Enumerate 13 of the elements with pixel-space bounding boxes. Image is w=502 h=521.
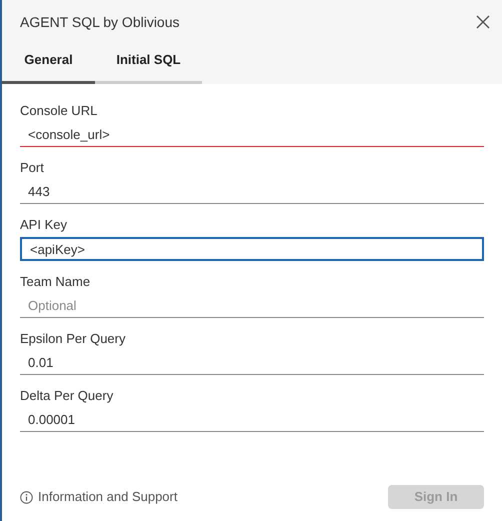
field-label: API Key <box>20 216 68 234</box>
field-label: Port <box>20 159 45 177</box>
window-title: AGENT SQL by Oblivious <box>20 12 180 32</box>
tab[interactable]: General <box>2 44 95 84</box>
info-icon <box>20 490 33 504</box>
tab[interactable]: Initial SQL <box>95 44 202 84</box>
field-label: Team Name <box>20 273 92 291</box>
info-support-link[interactable]: Information and Support <box>20 487 178 507</box>
close-icon[interactable] <box>476 15 490 29</box>
field-label: Epsilon Per Query <box>20 330 126 348</box>
field-label: Console URL <box>20 102 98 120</box>
input-field[interactable]: <apiKey> <box>20 237 484 261</box>
field-label: Delta Per Query <box>20 387 114 405</box>
